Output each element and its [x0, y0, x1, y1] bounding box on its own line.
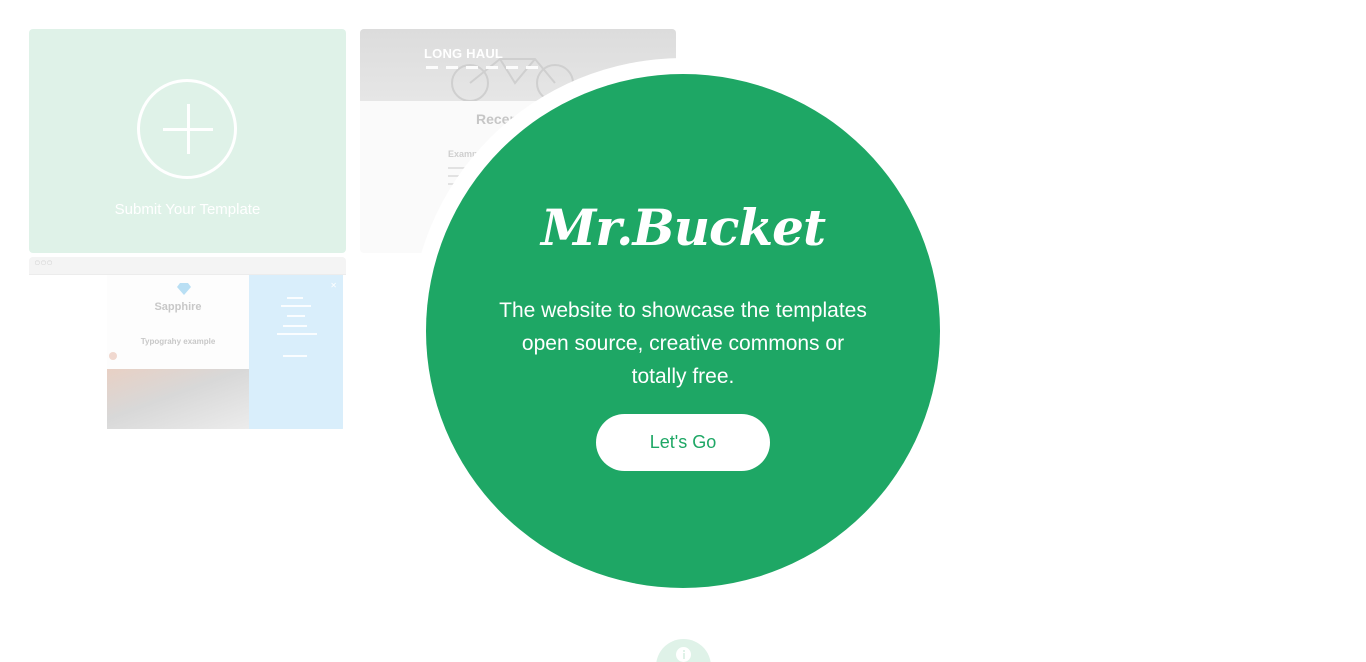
submit-template-card[interactable]: Submit Your Template	[29, 29, 346, 253]
template-main: Sapphire Typograhy example	[107, 275, 249, 429]
info-icon	[676, 647, 691, 662]
plus-circle-icon	[137, 79, 237, 179]
template-title: LONG HAUL	[424, 46, 504, 61]
template-title: Sapphire	[154, 301, 202, 313]
template-nav	[426, 66, 538, 69]
sidebar-line	[287, 315, 305, 317]
browser-toolbar: ▢ ▢ ▢	[29, 257, 346, 275]
close-icon: ✕	[330, 281, 337, 290]
info-button[interactable]	[656, 639, 711, 662]
hero-tagline: The website to showcase the templates op…	[499, 299, 867, 388]
sidebar-line	[287, 297, 303, 299]
template-sidebar: ✕	[249, 275, 343, 429]
template-card-sapphire[interactable]: ▢ ▢ ▢ Sapphire Typograhy example ✕	[29, 257, 346, 429]
brand-logo: Mr.Bucket	[540, 198, 826, 257]
sidebar-line	[283, 355, 307, 357]
template-photo	[107, 369, 249, 429]
template-heading: Typograhy example	[140, 337, 216, 346]
sidebar-line	[283, 325, 307, 327]
avatar	[109, 352, 117, 360]
diamond-icon	[177, 283, 191, 295]
lets-go-button[interactable]: Let's Go	[596, 414, 770, 471]
sidebar-line	[281, 305, 311, 307]
sidebar-line	[277, 333, 317, 335]
hero-circle: Mr.Bucket The website to showcase the te…	[426, 74, 940, 588]
page: Submit Your Template LONG HAUL Recen Exa…	[0, 0, 1366, 662]
browser-tab: ▢ ▢ ▢	[35, 260, 52, 266]
submit-template-label: Submit Your Template	[114, 201, 261, 218]
